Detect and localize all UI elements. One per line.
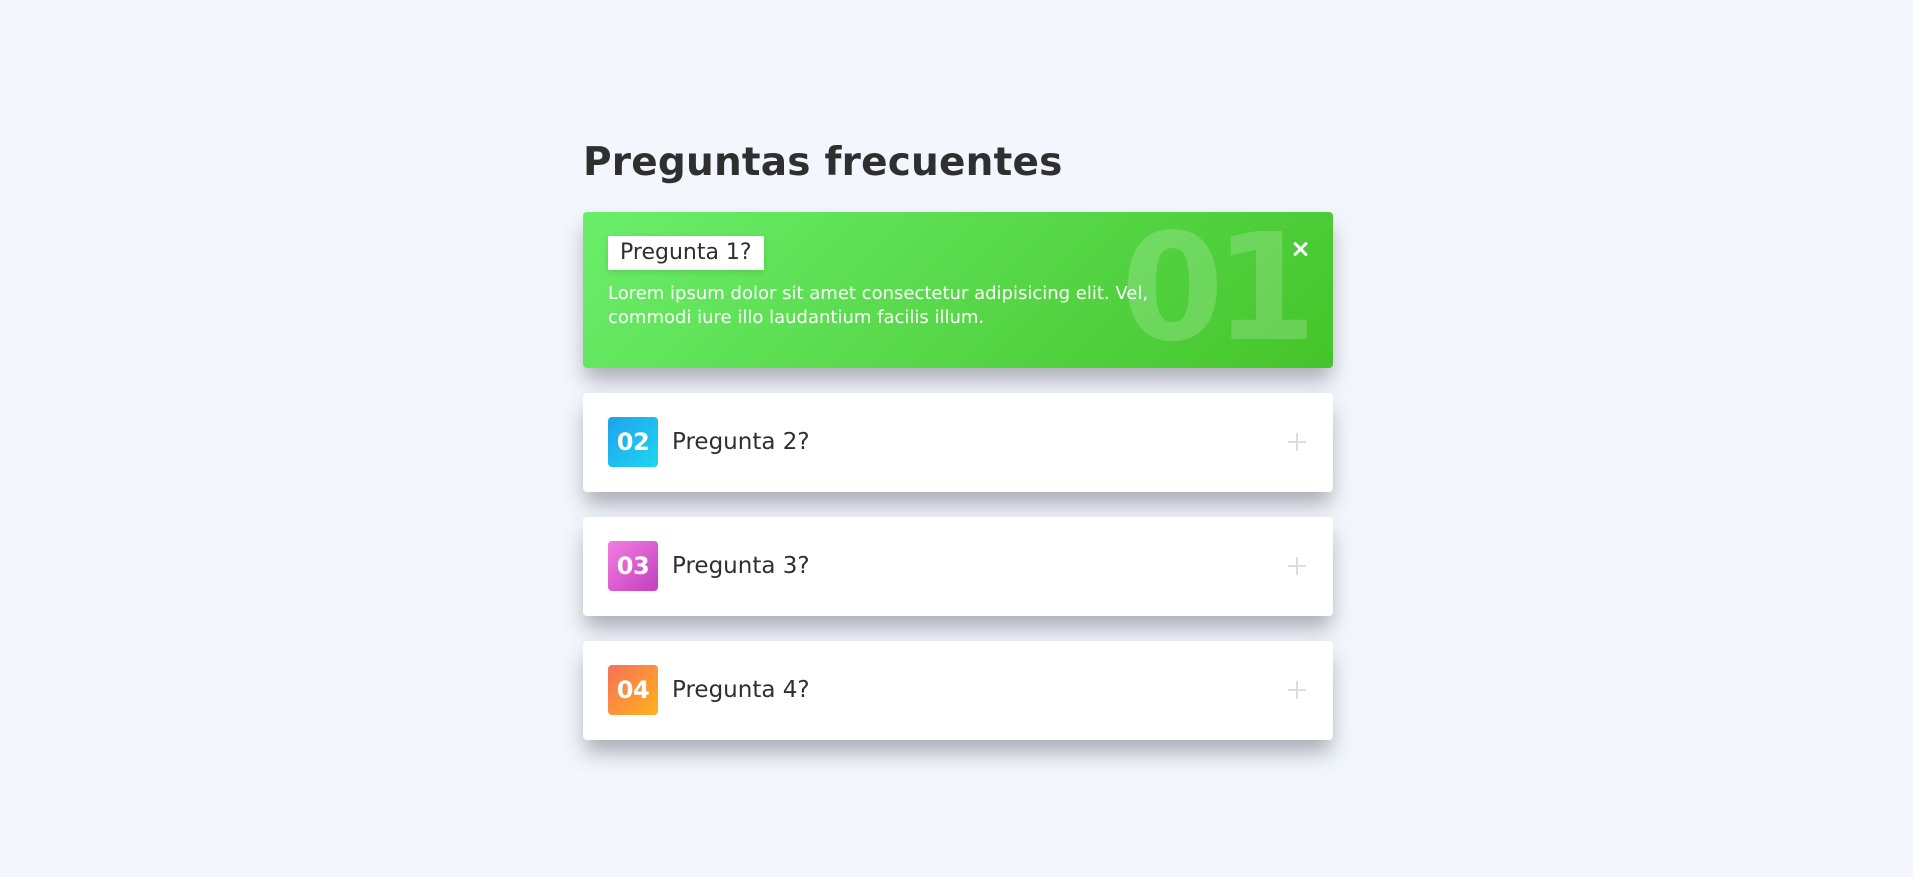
faq-item-header[interactable]: 02 Pregunta 2? bbox=[608, 417, 810, 467]
faq-item-4[interactable]: 04 Pregunta 4? bbox=[583, 641, 1333, 740]
page-title: Preguntas frecuentes bbox=[583, 140, 1063, 185]
faq-section: Preguntas frecuentes 01 Pregunta 1? Lore… bbox=[583, 140, 1333, 765]
faq-item-header[interactable]: 03 Pregunta 3? bbox=[608, 541, 810, 591]
faq-question[interactable]: Pregunta 4? bbox=[672, 675, 810, 705]
plus-icon[interactable] bbox=[1286, 555, 1308, 577]
faq-list: 01 Pregunta 1? Lorem ipsum dolor sit ame… bbox=[583, 212, 1333, 740]
number-badge: 02 bbox=[608, 417, 658, 467]
faq-question[interactable]: Pregunta 3? bbox=[672, 551, 810, 581]
faq-item-3[interactable]: 03 Pregunta 3? bbox=[583, 517, 1333, 616]
faq-answer: Lorem ipsum dolor sit amet consectetur a… bbox=[608, 283, 1149, 328]
faq-item-1[interactable]: 01 Pregunta 1? Lorem ipsum dolor sit ame… bbox=[583, 212, 1333, 368]
faq-item-header[interactable]: 04 Pregunta 4? bbox=[608, 665, 810, 715]
faq-question[interactable]: Pregunta 1? bbox=[608, 236, 764, 270]
faq-item-2[interactable]: 02 Pregunta 2? bbox=[583, 393, 1333, 492]
number-badge: 04 bbox=[608, 665, 658, 715]
plus-icon[interactable] bbox=[1286, 679, 1308, 701]
plus-icon[interactable] bbox=[1286, 431, 1308, 453]
close-icon[interactable] bbox=[1291, 240, 1309, 258]
number-badge: 03 bbox=[608, 541, 658, 591]
faq-question[interactable]: Pregunta 2? bbox=[672, 427, 810, 457]
